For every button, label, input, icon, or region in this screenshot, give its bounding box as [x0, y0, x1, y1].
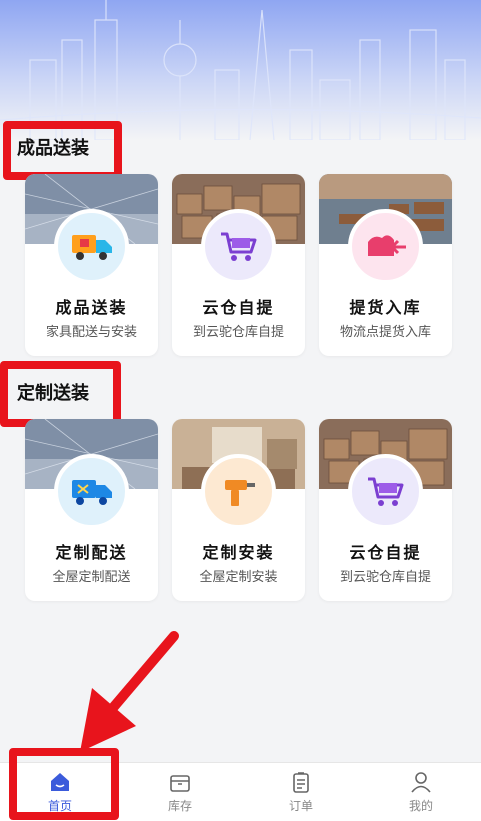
inbound-icon [348, 209, 423, 284]
highlight-box-section-2 [0, 361, 121, 427]
card-title: 成品送装 [55, 298, 128, 317]
tab-orders[interactable]: 订单 [241, 763, 361, 821]
cart-icon [348, 454, 423, 529]
user-icon [411, 772, 431, 793]
tab-label: 库存 [167, 799, 192, 813]
clipboard-icon [293, 772, 309, 793]
card-subtitle: 家具配送与安装 [45, 325, 137, 340]
card-subtitle: 到云驼仓库自提 [339, 570, 431, 585]
truck-icon [54, 209, 129, 284]
card-title: 定制安装 [202, 543, 275, 562]
skyline-image [0, 0, 481, 140]
card-cloud-pickup-2[interactable]: 云仓自提 到云驼仓库自提 [319, 419, 452, 601]
card-title: 云仓自提 [349, 543, 422, 562]
card-title: 提货入库 [349, 298, 422, 317]
delivery-truck-icon [54, 454, 129, 529]
tab-label: 订单 [288, 799, 313, 813]
card-title: 定制配送 [55, 543, 128, 562]
card-subtitle: 全屋定制安装 [199, 570, 278, 585]
annotation-arrow [80, 631, 179, 752]
card-pickup-inbound[interactable]: 提货入库 物流点提货入库 [319, 174, 452, 356]
card-cloud-pickup[interactable]: 云仓自提 到云驼仓库自提 [172, 174, 305, 356]
highlight-box-section-1 [3, 121, 122, 180]
city-banner [0, 0, 481, 140]
tab-inventory[interactable]: 库存 [120, 763, 240, 821]
tab-label: 我的 [408, 799, 433, 813]
box-icon [170, 775, 190, 792]
highlight-box-home-tab [9, 748, 119, 820]
cart-icon [201, 209, 276, 284]
card-custom-install[interactable]: 定制安装 全屋定制安装 [172, 419, 305, 601]
card-subtitle: 到云驼仓库自提 [192, 325, 284, 340]
card-subtitle: 全屋定制配送 [52, 570, 131, 585]
drill-icon [201, 454, 276, 529]
card-finished-delivery[interactable]: 成品送装 家具配送与安装 [25, 174, 158, 356]
card-subtitle: 物流点提货入库 [339, 325, 431, 340]
tab-profile[interactable]: 我的 [361, 763, 481, 821]
card-custom-delivery[interactable]: 定制配送 全屋定制配送 [25, 419, 158, 601]
card-title: 云仓自提 [202, 298, 275, 317]
